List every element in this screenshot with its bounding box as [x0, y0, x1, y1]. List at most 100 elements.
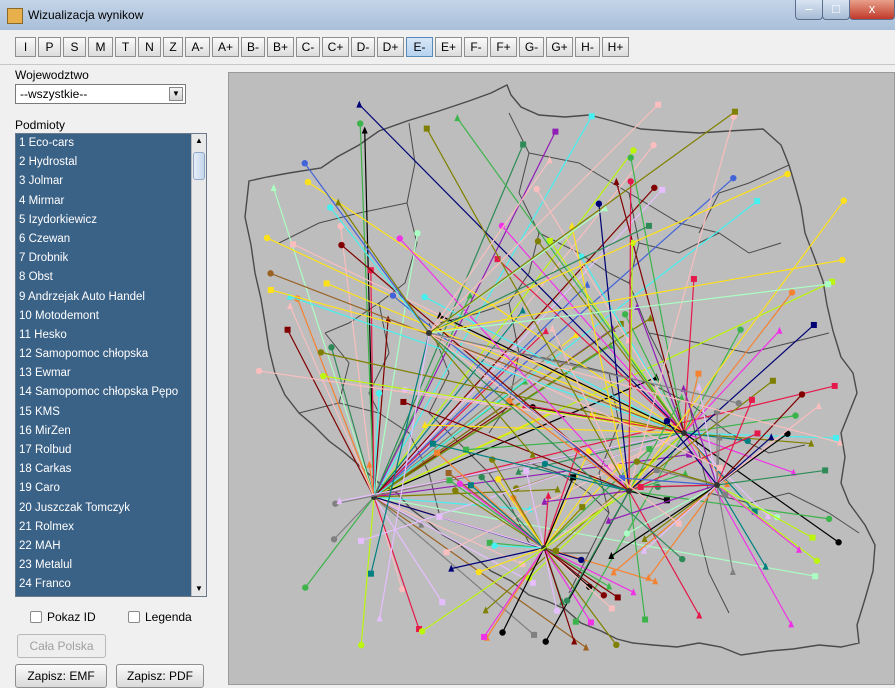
toolbar-button-cminus[interactable]: C- — [296, 37, 320, 57]
destination-marker — [606, 582, 613, 590]
list-item[interactable]: 20 Juszczak Tomczyk — [16, 499, 192, 518]
toolbar-button-gplus[interactable]: G+ — [546, 37, 573, 57]
list-item[interactable]: 22 MAH — [16, 537, 192, 556]
list-item[interactable]: 3 Jolmar — [16, 172, 192, 191]
list-item[interactable]: 9 Andrzejak Auto Handel — [16, 288, 192, 307]
toolbar-button-fplus[interactable]: F+ — [490, 37, 517, 57]
toolbar-button-t[interactable]: T — [115, 37, 136, 57]
entities-list[interactable]: 1 Eco-cars 2 Hydrostal 3 Jolmar 4 Mirmar 5 I… — [15, 133, 207, 597]
list-item[interactable]: 8 Obst — [16, 268, 192, 287]
toolbar-button-dplus[interactable]: D+ — [377, 37, 404, 57]
toolbar-button-bplus[interactable]: B+ — [267, 37, 294, 57]
map-panel[interactable] — [228, 72, 895, 685]
destination-marker — [475, 568, 483, 576]
list-item[interactable]: 21 Rolmex — [16, 518, 192, 537]
save-emf-button[interactable]: Zapisz: EMF — [15, 664, 107, 688]
destination-marker — [478, 473, 485, 481]
list-item[interactable]: 23 Metalul — [16, 556, 192, 575]
minimize-button[interactable]: – — [795, 0, 823, 20]
list-item[interactable]: 5 Izydorkiewicz — [16, 211, 192, 230]
whole-poland-button[interactable]: Cała Polska — [17, 634, 106, 658]
list-item[interactable]: 7 Drobnik — [16, 249, 192, 268]
hub-marker — [714, 482, 720, 488]
list-item[interactable]: 19 Caro — [16, 479, 192, 498]
destination-marker — [614, 594, 621, 601]
toolbar-button-z[interactable]: Z — [163, 37, 183, 57]
list-item[interactable]: 10 Motodemont — [16, 307, 192, 326]
toolbar-button-bminus[interactable]: B- — [241, 37, 265, 57]
list-item[interactable]: 4 Mirmar — [16, 192, 192, 211]
destination-marker — [267, 270, 274, 277]
toolbar-button-eplus[interactable]: E+ — [435, 37, 462, 57]
toolbar-button-p[interactable]: P — [38, 37, 61, 57]
destination-marker — [328, 344, 335, 351]
list-item[interactable]: 16 MirZen — [16, 422, 192, 441]
destination-marker — [825, 515, 833, 523]
toolbar-button-aplus[interactable]: A+ — [212, 37, 239, 57]
region-border — [698, 164, 790, 234]
scroll-down-icon[interactable]: ▼ — [193, 583, 205, 595]
toolbar-button-gminus[interactable]: G- — [519, 37, 544, 57]
voivodeship-dropdown[interactable]: --wszystkie-- ▼ — [15, 84, 186, 104]
destination-marker — [809, 534, 816, 541]
maximize-button[interactable]: □ — [822, 0, 850, 20]
toolbar-button-n[interactable]: N — [138, 37, 161, 57]
destination-marker — [436, 513, 443, 520]
destination-marker — [302, 584, 309, 591]
destination-marker — [452, 487, 459, 494]
destination-marker — [423, 125, 430, 132]
chevron-down-icon[interactable]: ▼ — [169, 87, 183, 101]
toolbar-button-aminus[interactable]: A- — [185, 37, 210, 57]
route-line — [289, 305, 375, 498]
toolbar: I P S M T N Z A- A+ B- B+ C- C+ D- D+ E- E+ F- F+ G- G+ H- H+ — [0, 30, 895, 65]
toolbar-button-cplus[interactable]: C+ — [322, 37, 349, 57]
list-item[interactable]: 1 Eco-cars — [16, 134, 192, 153]
list-item[interactable]: 11 Hesko — [16, 326, 192, 345]
scroll-thumb[interactable] — [193, 152, 205, 180]
delivery-routes — [255, 100, 847, 651]
toolbar-button-dminus[interactable]: D- — [351, 37, 375, 57]
list-item[interactable]: 18 Carkas — [16, 460, 192, 479]
list-item[interactable]: 24 Franco — [16, 575, 192, 594]
entities-label: Podmioty — [15, 118, 66, 132]
route-line — [666, 420, 718, 486]
route-line — [428, 159, 551, 334]
destination-marker — [737, 326, 744, 333]
destination-marker — [822, 467, 829, 474]
destination-marker — [825, 281, 832, 288]
list-item[interactable]: 15 KMS — [16, 403, 192, 422]
toolbar-button-fminus[interactable]: F- — [464, 37, 488, 57]
destination-marker — [690, 275, 697, 282]
destination-marker — [495, 475, 502, 483]
toolbar-button-i[interactable]: I — [15, 37, 36, 57]
list-item[interactable]: 12 Samopomoc chłopska — [16, 345, 192, 364]
destination-marker — [613, 177, 620, 185]
destination-marker — [534, 238, 542, 245]
destination-marker — [731, 108, 738, 115]
scroll-up-icon[interactable]: ▲ — [193, 135, 205, 147]
show-id-checkbox[interactable] — [30, 611, 42, 623]
save-pdf-button[interactable]: Zapisz: PDF — [116, 664, 204, 688]
toolbar-button-eminus[interactable]: E- — [406, 37, 433, 57]
list-item[interactable]: 2 Hydrostal — [16, 153, 192, 172]
toolbar-button-s[interactable]: S — [63, 37, 86, 57]
list-item[interactable]: 13 Ewmar — [16, 364, 192, 383]
destination-marker — [439, 599, 446, 606]
poland-map — [244, 84, 876, 656]
list-scrollbar[interactable]: ▲ ▼ — [191, 134, 206, 596]
toolbar-button-hplus[interactable]: H+ — [602, 37, 629, 57]
list-item[interactable]: 6 Czewan — [16, 230, 192, 249]
close-button[interactable]: x — [849, 0, 895, 20]
destination-marker — [722, 491, 729, 498]
list-item[interactable]: 14 Samopomoc chłopska Pępo — [16, 383, 192, 402]
toolbar-button-m[interactable]: M — [88, 37, 113, 57]
list-item[interactable]: 17 Rolbud — [16, 441, 192, 460]
destination-marker — [583, 643, 590, 651]
destination-marker — [545, 491, 552, 499]
route-line — [481, 476, 545, 549]
toolbar-button-hminus[interactable]: H- — [575, 37, 600, 57]
legend-checkbox[interactable] — [128, 611, 140, 623]
destination-marker — [520, 141, 527, 148]
destination-marker — [588, 113, 595, 120]
region-border — [638, 232, 720, 254]
